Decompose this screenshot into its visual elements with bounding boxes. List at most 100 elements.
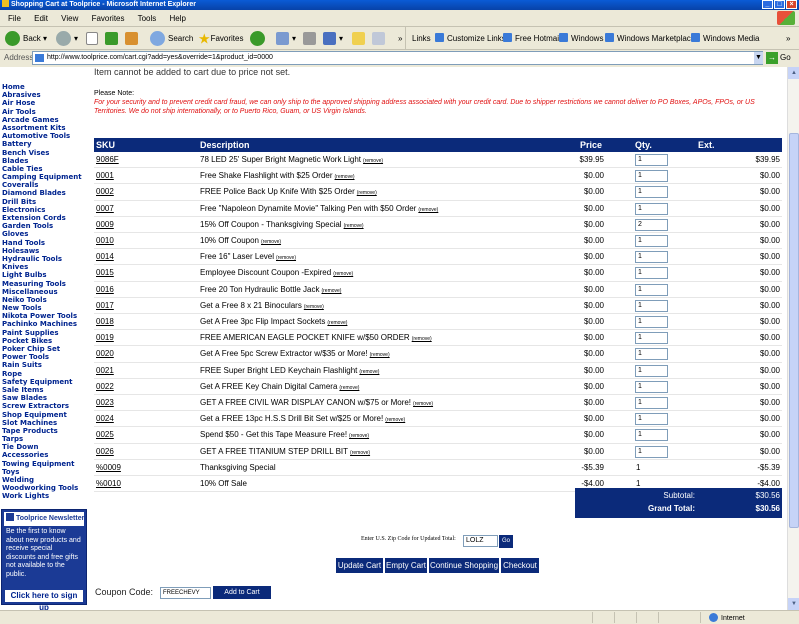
toolbar-chevron[interactable]: » [398,30,402,47]
sku-link[interactable]: 0019 [96,330,114,346]
sku-link[interactable]: 9086F [96,152,119,168]
remove-link[interactable]: (remove) [344,223,364,229]
menu-view[interactable]: View [61,14,78,23]
notes-button[interactable] [352,30,368,47]
link-windows-media[interactable]: Windows Media [691,30,759,47]
address-input[interactable]: http://www.toolprice.com/cart.cgi?add=ye… [32,51,763,65]
update-cart-button[interactable]: Update Cart [336,558,383,573]
category-link[interactable]: Pachinko Machines [2,320,82,328]
sku-link[interactable]: 0021 [96,363,114,379]
qty-input[interactable]: 1 [635,380,668,393]
favorites-button[interactable]: ★Favorites [198,30,243,47]
sku-link[interactable]: 0020 [96,346,114,362]
qty-input[interactable]: 1 [635,348,668,361]
category-link[interactable]: Pocket Bikes [2,337,82,345]
category-link[interactable]: Miscellaneous [2,288,82,296]
scroll-up-icon[interactable]: ▲ [788,67,799,79]
sku-link[interactable]: %0010 [96,476,121,492]
sku-link[interactable]: 0014 [96,249,114,265]
continue-shopping-button[interactable]: Continue Shopping [429,558,499,573]
category-link[interactable]: Welding [2,476,82,484]
history-button[interactable] [250,30,268,47]
sku-link[interactable]: 0002 [96,184,114,200]
remove-link[interactable]: (remove) [350,450,370,456]
remove-link[interactable]: (remove) [413,401,433,407]
address-dropdown-icon[interactable]: ▼ [754,52,763,64]
category-link[interactable]: Nikota Power Tools [2,312,82,320]
category-link[interactable]: Home [2,83,82,91]
qty-input[interactable]: 1 [635,413,668,426]
category-link[interactable]: Air Hose [2,99,82,107]
add-coupon-button[interactable]: Add to Cart [213,586,271,599]
sku-link[interactable]: 0026 [96,444,114,460]
menu-edit[interactable]: Edit [34,14,48,23]
remove-link[interactable]: (remove) [276,255,296,261]
qty-input[interactable]: 1 [635,429,668,442]
category-link[interactable]: Assortment Kits [2,124,82,132]
remove-link[interactable]: (remove) [363,158,383,164]
zip-code-input[interactable]: LOLZ [463,535,498,547]
home-button[interactable] [125,30,141,47]
coupon-code-input[interactable]: FREECHEVY [160,587,211,599]
category-link[interactable]: Abrasives [2,91,82,99]
go-button[interactable]: → Go [766,52,791,64]
category-link[interactable]: Work Lights [2,492,82,500]
category-link[interactable]: Light Bulbs [2,271,82,279]
remove-link[interactable]: (remove) [339,385,359,391]
category-link[interactable]: Towing Equipment [2,460,82,468]
category-link[interactable]: Paint Supplies [2,329,82,337]
category-link[interactable]: Knives [2,263,82,271]
search-button[interactable]: Search [150,30,193,47]
sku-link[interactable]: 0009 [96,217,114,233]
vertical-scrollbar[interactable]: ▲ ▼ [787,67,799,610]
sku-link[interactable]: 0001 [96,168,114,184]
category-link[interactable]: Measuring Tools [2,280,82,288]
remove-link[interactable]: (remove) [261,239,281,245]
category-link[interactable]: Battery [2,140,82,148]
category-link[interactable]: Rope [2,370,82,378]
category-link[interactable]: Drill Bits [2,198,82,206]
print-button[interactable] [303,30,319,47]
category-link[interactable]: Screw Extractors [2,402,82,410]
category-link[interactable]: Saw Blades [2,394,82,402]
remove-link[interactable]: (remove) [335,174,355,180]
remove-link[interactable]: (remove) [357,190,377,196]
category-link[interactable]: Shop Equipment [2,411,82,419]
remove-link[interactable]: (remove) [327,320,347,326]
category-link[interactable]: Safety Equipment [2,378,82,386]
qty-input[interactable]: 1 [635,170,668,183]
link-windows[interactable]: Windows [559,30,603,47]
sku-link[interactable]: 0017 [96,298,114,314]
qty-input[interactable]: 1 [635,267,668,280]
category-link[interactable]: Bench Vises [2,149,82,157]
empty-cart-button[interactable]: Empty Cart [385,558,427,573]
checkout-button[interactable]: Checkout [501,558,539,573]
links-chevron[interactable]: » [786,30,790,47]
category-link[interactable]: Extension Cords [2,214,82,222]
remove-link[interactable]: (remove) [359,369,379,375]
category-link[interactable]: Arcade Games [2,116,82,124]
edit-button[interactable]: ▾ [323,30,343,47]
maximize-icon[interactable]: □ [774,0,785,9]
research-button[interactable] [372,30,388,47]
qty-input[interactable]: 1 [635,283,668,296]
qty-input[interactable]: 1 [635,316,668,328]
menu-help[interactable]: Help [170,14,186,23]
link-hotmail[interactable]: Free Hotmail [503,30,561,47]
qty-input[interactable]: 1 [635,332,668,345]
category-link[interactable]: Coveralls [2,181,82,189]
sku-link[interactable]: 0016 [96,282,114,298]
close-icon[interactable]: × [786,0,797,9]
sku-link[interactable]: %0009 [96,460,121,476]
category-link[interactable]: Air Tools [2,108,82,116]
refresh-button[interactable] [105,30,121,47]
sku-link[interactable]: 0018 [96,314,114,330]
qty-input[interactable]: 1 [635,235,668,247]
sku-link[interactable]: 0025 [96,427,114,443]
category-link[interactable]: Electronics [2,206,82,214]
qty-input[interactable]: 2 [635,218,668,231]
sku-link[interactable]: 0007 [96,201,114,217]
minimize-icon[interactable]: _ [762,0,773,9]
stop-button[interactable] [86,30,101,47]
menu-favorites[interactable]: Favorites [92,14,125,23]
